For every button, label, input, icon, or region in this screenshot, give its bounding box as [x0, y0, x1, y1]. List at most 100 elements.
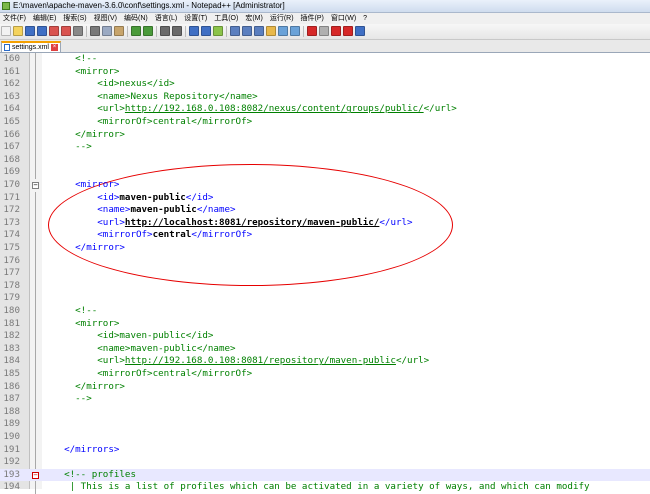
code-token: <mirror> [53, 317, 120, 329]
code-token: <url> [53, 355, 125, 367]
code-line[interactable]: 190 [0, 431, 650, 444]
code-text: <url>http://192.168.0.108:8081/repositor… [53, 355, 429, 368]
code-line[interactable]: 187 --> [0, 393, 650, 406]
code-line[interactable]: 183 <name>maven-public</name> [0, 342, 650, 356]
replace-icon[interactable] [172, 26, 182, 36]
redo-icon[interactable] [143, 26, 153, 36]
code-line[interactable]: 166 </mirror> [0, 128, 650, 142]
code-line[interactable]: 182 <id>maven-public</id> [0, 330, 650, 343]
code-line[interactable]: 167 --> [0, 141, 650, 154]
code-line[interactable]: 162 <id>nexus</id> [0, 78, 650, 91]
editor-area[interactable]: 160 <!-- 161 <mirror> 162 <id>nexus</id> 16… [0, 53, 650, 494]
wrap-icon[interactable] [230, 26, 240, 36]
menu-item-2[interactable]: 搜索(S) [60, 13, 90, 24]
line-number: 173 [3, 216, 20, 228]
menu-item-9[interactable]: 运行(R) [267, 13, 298, 24]
open-icon[interactable] [13, 26, 23, 36]
code-line[interactable]: 179 [0, 292, 650, 305]
code-token: <id> [53, 191, 120, 203]
function-list-icon[interactable] [290, 26, 300, 36]
menu-item-3[interactable]: 视图(V) [91, 13, 121, 24]
toolbar [0, 24, 650, 40]
menu-item-0[interactable]: 文件(F) [0, 13, 30, 24]
code-line[interactable]: 165 <mirrorOf>central</mirrorOf> [0, 116, 650, 129]
code-text: <id>nexus</id> [53, 78, 174, 91]
code-line[interactable]: 170 − <mirror> [0, 179, 650, 192]
code-text: </mirror> [53, 129, 125, 142]
code-token: central [152, 229, 192, 241]
menu-bar: 文件(F) 编辑(E) 搜索(S) 视图(V) 编码(N) 语言(L) 设置(T) 工具(O)… [0, 13, 650, 24]
code-line[interactable]: 171 <id>maven-public</id> [0, 191, 650, 205]
save-macro-icon[interactable] [355, 26, 365, 36]
record-macro-icon[interactable] [307, 26, 317, 36]
code-line[interactable]: 194 | This is a list of profiles which c… [0, 481, 650, 494]
menu-item-1[interactable]: 编辑(E) [30, 13, 60, 24]
save-icon[interactable] [25, 26, 35, 36]
cut-icon[interactable] [90, 26, 100, 36]
code-line[interactable]: 177 [0, 267, 650, 280]
close-icon[interactable] [49, 26, 59, 36]
undo-icon[interactable] [131, 26, 141, 36]
line-number: 178 [3, 279, 20, 291]
code-line[interactable]: 175 </mirror> [0, 242, 650, 255]
code-line[interactable]: 185 <mirrorOf>central</mirrorOf> [0, 368, 650, 381]
sync-icon[interactable] [213, 26, 223, 36]
print-icon[interactable] [73, 26, 83, 36]
run-macro-icon[interactable] [343, 26, 353, 36]
menu-item-4[interactable]: 编码(N) [121, 13, 152, 24]
fold-toggle-icon[interactable]: − [32, 182, 39, 189]
play-macro-icon[interactable] [331, 26, 341, 36]
code-line[interactable]: 169 [0, 166, 650, 179]
code-line[interactable]: 192 [0, 456, 650, 469]
indent-guide-icon[interactable] [242, 26, 252, 36]
menu-item-5[interactable]: 语言(L) [152, 13, 182, 24]
code-line[interactable]: 176 [0, 254, 650, 268]
code-token: http://localhost:8081/repository/maven-p… [124, 216, 380, 228]
zoom-out-icon[interactable] [201, 26, 211, 36]
tab-bar: settings.xml × [0, 40, 650, 53]
code-line[interactable]: 173 <url>http://localhost:8081/repositor… [0, 216, 650, 230]
menu-item-12[interactable]: ? [360, 13, 371, 24]
code-line[interactable]: 184 <url>http://192.168.0.108:8081/repos… [0, 355, 650, 368]
zoom-in-icon[interactable] [189, 26, 199, 36]
code-line[interactable]: 178 [0, 279, 650, 293]
code-line[interactable]: 160 <!-- [0, 53, 650, 66]
fold-toggle-icon[interactable]: − [32, 471, 39, 479]
paste-icon[interactable] [114, 26, 124, 36]
menu-item-8[interactable]: 宏(M) [242, 13, 267, 24]
code-line[interactable]: 174 <mirrorOf>central</mirrorOf> [0, 229, 650, 242]
close-all-icon[interactable] [61, 26, 71, 36]
code-line[interactable]: 164 <url>http://192.168.0.108:8082/nexus… [0, 103, 650, 116]
code-line[interactable]: 172 <name>maven-public</name> [0, 204, 650, 217]
code-line[interactable]: 189 [0, 418, 650, 431]
doc-map-icon[interactable] [278, 26, 288, 36]
all-chars-icon[interactable] [254, 26, 264, 36]
code-line[interactable]: 163 <name>Nexus Repository</name> [0, 90, 650, 104]
save-all-icon[interactable] [37, 26, 47, 36]
tab-settings-xml[interactable]: settings.xml × [1, 41, 61, 52]
code-line[interactable]: 161 <mirror> [0, 65, 650, 79]
code-text: <!-- [53, 53, 97, 66]
new-file-icon[interactable] [1, 26, 11, 36]
menu-item-10[interactable]: 插件(P) [298, 13, 328, 24]
code-line[interactable]: 186 </mirror> [0, 380, 650, 394]
code-line[interactable]: 180 <!-- [0, 305, 650, 318]
menu-item-11[interactable]: 窗口(W) [328, 13, 360, 24]
menu-item-7[interactable]: 工具(O) [211, 13, 242, 24]
fold-line [35, 355, 36, 368]
tab-close-icon[interactable]: × [51, 44, 58, 51]
code-text: </mirror> [53, 381, 125, 394]
copy-icon[interactable] [102, 26, 112, 36]
find-icon[interactable] [160, 26, 170, 36]
fold-line [35, 229, 36, 242]
code-line[interactable]: 181 <mirror> [0, 317, 650, 331]
code-line[interactable]: 193 − <!-- profiles [0, 468, 650, 482]
code-line[interactable]: 188 [0, 405, 650, 419]
code-line[interactable]: 191 </mirrors> [0, 443, 650, 457]
folder-icon[interactable] [266, 26, 276, 36]
line-number: 160 [3, 53, 20, 64]
menu-item-6[interactable]: 设置(T) [181, 13, 211, 24]
code-line[interactable]: 168 [0, 153, 650, 167]
line-number: 177 [3, 267, 20, 279]
stop-macro-icon[interactable] [319, 26, 329, 36]
